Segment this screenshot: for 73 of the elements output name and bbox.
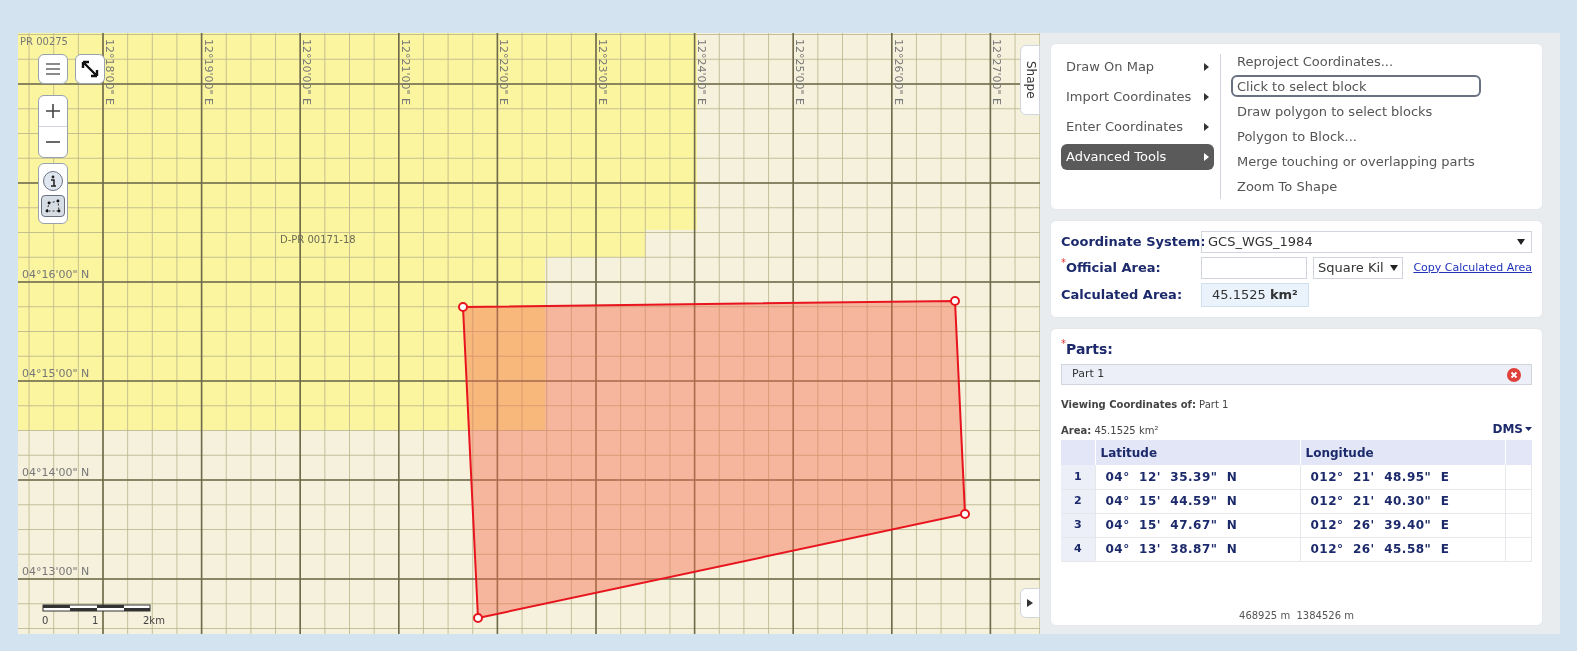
latitude-label: 04°14'00" N <box>22 466 90 479</box>
minus-icon <box>45 140 61 144</box>
plus-icon <box>45 103 61 119</box>
fullscreen-button[interactable] <box>75 54 105 84</box>
select-tool-button[interactable] <box>41 194 65 217</box>
vertex-handle[interactable] <box>950 296 960 306</box>
row-number: 1 <box>1061 465 1095 489</box>
polygon-select-icon <box>45 198 61 213</box>
format-dropdown[interactable]: DMS <box>1492 420 1532 438</box>
submenu-item[interactable]: Polygon to Block... <box>1231 125 1481 147</box>
official-area-field[interactable] <box>1201 257 1307 279</box>
info-button[interactable] <box>43 170 63 191</box>
vertex-handle[interactable] <box>473 613 483 623</box>
viewing-coordinates-text: Viewing Coordinates of: Part 1 <box>1061 398 1230 412</box>
menu-item[interactable]: Import Coordinates <box>1061 84 1214 110</box>
cursor-position: 468925 m 1384526 m <box>1239 609 1354 623</box>
remove-icon[interactable] <box>1507 367 1521 382</box>
vertex-handle[interactable] <box>458 302 468 312</box>
latitude-label: 04°15'00" N <box>22 367 90 380</box>
field-label: Official Area: <box>1066 260 1161 278</box>
dropdown-icon <box>1390 265 1398 271</box>
area-text: Area: 45.1525 km² <box>1061 424 1159 438</box>
info-icon <box>48 174 58 187</box>
longitude-cell: 012° 26' 45.58" E <box>1300 537 1505 561</box>
submenu-item[interactable]: Click to select block <box>1231 75 1481 97</box>
longitude-cell: 012° 26' 39.40" E <box>1300 513 1505 537</box>
latitude-cell: 04° 15' 47.67" N <box>1095 513 1300 537</box>
caret-icon <box>1204 123 1209 131</box>
caret-icon <box>1204 93 1209 101</box>
column-header: Longitude <box>1300 440 1505 465</box>
unit-select[interactable]: Square Kil <box>1313 257 1403 279</box>
menu-item[interactable]: Advanced Tools <box>1061 144 1214 170</box>
part-item[interactable]: Part 1 <box>1061 364 1532 385</box>
longitude-cell: 012° 21' 40.30" E <box>1300 489 1505 513</box>
corner-label: PR 00275 <box>20 36 68 47</box>
expand-panel-button[interactable] <box>1020 588 1040 618</box>
dropdown-icon <box>1517 239 1525 245</box>
shape-tab[interactable]: Shape <box>1020 45 1040 115</box>
longitude-cell: 012° 21' 48.95" E <box>1300 465 1505 489</box>
row-number: 2 <box>1061 489 1095 513</box>
vertex-handle[interactable] <box>960 509 970 519</box>
submenu-item[interactable]: Draw polygon to select blocks <box>1231 100 1481 122</box>
shape-polygon[interactable] <box>461 300 967 620</box>
latitude-cell: 04° 12' 35.39" N <box>1095 465 1300 489</box>
latitude-cell: 04° 13' 38.87" N <box>1095 537 1300 561</box>
submenu-item[interactable]: Merge touching or overlapping parts <box>1231 150 1481 172</box>
caret-icon <box>1525 427 1532 431</box>
required-mark: * <box>1061 258 1066 269</box>
latitude-label: 04°16'00" N <box>22 268 90 281</box>
submenu-item[interactable]: Reproject Coordinates... <box>1231 50 1481 72</box>
expand-icon <box>81 60 99 78</box>
scale-label: 0 <box>42 615 49 626</box>
row-number: 3 <box>1061 513 1095 537</box>
latitude-label: 04°13'00" N <box>22 565 90 578</box>
copy-area-link[interactable]: Copy Calculated Area <box>1413 259 1532 277</box>
menu-item[interactable]: Draw On Map <box>1061 54 1214 80</box>
caret-icon <box>1204 63 1209 71</box>
latitude-cell: 04° 15' 44.59" N <box>1095 489 1300 513</box>
caret-icon <box>1204 153 1209 161</box>
column-header: Latitude <box>1095 440 1300 465</box>
row-number: 4 <box>1061 537 1095 561</box>
header-cell <box>1061 440 1095 465</box>
menu-button[interactable] <box>38 54 68 84</box>
menu-item[interactable]: Enter Coordinates <box>1061 114 1214 140</box>
submenu-item[interactable]: Zoom To Shape <box>1231 175 1481 197</box>
required-mark: * <box>1061 339 1066 349</box>
field-label: Calculated Area: <box>1061 286 1184 305</box>
play-icon <box>1027 599 1033 607</box>
scale-label: 1 <box>92 615 99 626</box>
scale-label: 2km <box>143 615 165 626</box>
calculated-area-value: 45.1525 km² <box>1201 283 1309 307</box>
parts-label: Parts: <box>1066 341 1113 359</box>
menu-icon <box>46 63 60 75</box>
